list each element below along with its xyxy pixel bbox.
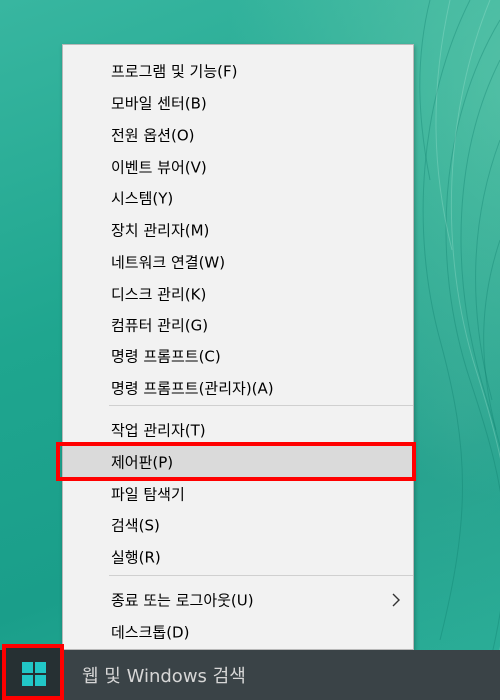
menu-item-run[interactable]: 실행(R) (63, 541, 413, 573)
start-button[interactable] (2, 644, 64, 700)
menu-item-system[interactable]: 시스템(Y) (63, 182, 413, 214)
menu-item-label: 제어판(P) (111, 453, 174, 472)
menu-item-label: 이벤트 뷰어(V) (111, 158, 207, 177)
menu-item-label: 데스크톱(D) (111, 623, 190, 642)
menu-item-search[interactable]: 검색(S) (63, 509, 413, 541)
menu-item-command-prompt-admin[interactable]: 명령 프롬프트(관리자)(A) (63, 372, 413, 404)
windows-logo-icon (22, 662, 46, 686)
menu-item-label: 명령 프롬프트(C) (111, 347, 221, 366)
menu-separator (109, 405, 413, 406)
menu-item-network-connections[interactable]: 네트워크 연결(W) (63, 246, 413, 278)
menu-item-label: 프로그램 및 기능(F) (111, 62, 238, 81)
menu-item-label: 컴퓨터 관리(G) (111, 316, 209, 335)
menu-item-command-prompt[interactable]: 명령 프롬프트(C) (63, 340, 413, 372)
chevron-right-icon (392, 593, 400, 607)
power-user-context-menu: 프로그램 및 기능(F) 모바일 센터(B) 전원 옵션(O) 이벤트 뷰어(V… (62, 44, 414, 650)
menu-item-desktop[interactable]: 데스크톱(D) (63, 616, 413, 648)
menu-item-control-panel[interactable]: 제어판(P) (63, 446, 413, 478)
menu-item-label: 디스크 관리(K) (111, 285, 207, 304)
menu-item-label: 시스템(Y) (111, 189, 174, 208)
menu-item-label: 파일 탐색기 (111, 485, 185, 504)
menu-item-power-options[interactable]: 전원 옵션(O) (63, 119, 413, 151)
menu-item-task-manager[interactable]: 작업 관리자(T) (63, 414, 413, 446)
search-placeholder: 웹 및 Windows 검색 (82, 666, 246, 687)
menu-item-label: 장치 관리자(M) (111, 221, 210, 240)
menu-item-event-viewer[interactable]: 이벤트 뷰어(V) (63, 151, 413, 183)
menu-item-label: 명령 프롬프트(관리자)(A) (111, 379, 274, 398)
menu-item-disk-management[interactable]: 디스크 관리(K) (63, 278, 413, 310)
menu-item-label: 네트워크 연결(W) (111, 253, 226, 272)
menu-item-label: 모바일 센터(B) (111, 94, 207, 113)
menu-item-computer-management[interactable]: 컴퓨터 관리(G) (63, 309, 413, 341)
taskbar-search-box[interactable]: 웹 및 Windows 검색 (64, 650, 500, 700)
menu-item-label: 작업 관리자(T) (111, 421, 206, 440)
menu-item-label: 검색(S) (111, 516, 160, 535)
menu-item-programs-and-features[interactable]: 프로그램 및 기능(F) (63, 55, 413, 87)
menu-separator (109, 575, 413, 576)
menu-item-mobility-center[interactable]: 모바일 센터(B) (63, 87, 413, 119)
menu-item-label: 실행(R) (111, 548, 161, 567)
menu-item-file-explorer[interactable]: 파일 탐색기 (63, 478, 413, 510)
menu-item-label: 종료 또는 로그아웃(U) (111, 591, 254, 610)
menu-item-label: 전원 옵션(O) (111, 126, 195, 145)
menu-item-shut-down-or-sign-out[interactable]: 종료 또는 로그아웃(U) (63, 584, 413, 616)
menu-item-device-manager[interactable]: 장치 관리자(M) (63, 214, 413, 246)
